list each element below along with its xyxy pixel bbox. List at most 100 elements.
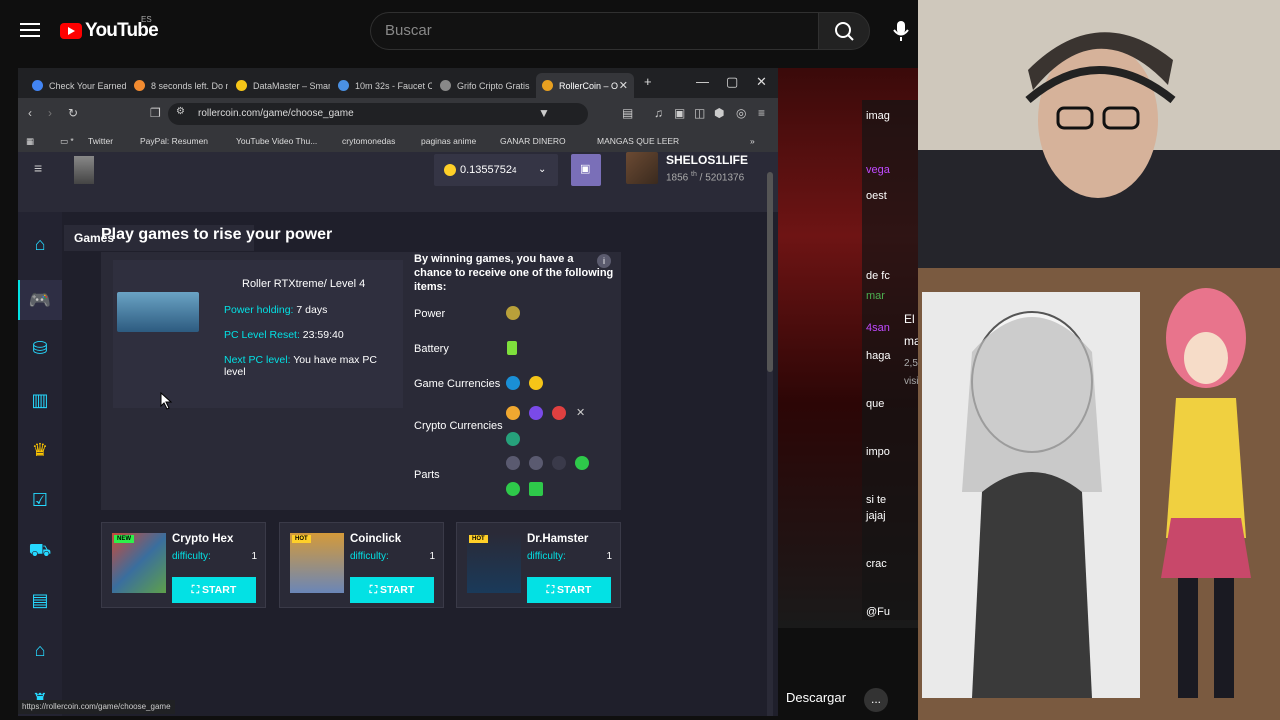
start-icon: ⛶	[369, 584, 381, 596]
reward-parts-label: Parts	[414, 469, 440, 481]
balance-selector[interactable]: 0.13557524 ⌄	[434, 154, 558, 186]
anime-girl-image	[1146, 278, 1266, 708]
search-input[interactable]: Buscar	[370, 12, 818, 50]
start-button[interactable]: ⛶ START	[350, 577, 434, 603]
close-tab-icon[interactable]: ✕	[619, 79, 628, 92]
browser-tab[interactable]: DataMaster – Smart	[230, 73, 330, 98]
crown-icon[interactable]: ♛	[28, 438, 52, 462]
pc-level-image	[117, 292, 199, 332]
chat-line: si te	[866, 494, 887, 506]
browser-menu-icon[interactable]: ≡	[758, 106, 765, 120]
marketplace-icon[interactable]: ▥	[28, 388, 52, 412]
bookmark-youtube-thumb[interactable]: YouTube Video Thu...	[236, 136, 317, 146]
bookmarks-bar: ▦ ▭ * Twitter PayPal: Resumen YouTube Vi…	[18, 130, 778, 152]
tab-label: DataMaster – Smart	[253, 80, 330, 91]
webcam-overlay	[918, 0, 1280, 270]
hamburger-icon[interactable]: ≡	[34, 160, 42, 176]
house-icon[interactable]: ⌂	[28, 638, 52, 662]
home-icon[interactable]: ⌂	[28, 232, 52, 256]
youtube-top-bar: YouTube ES Buscar	[0, 0, 918, 62]
search-button[interactable]	[818, 12, 870, 50]
chat-line: jajaj	[866, 510, 886, 522]
bookmark-paginas-anime[interactable]: paginas anime	[421, 136, 476, 146]
folder-icon[interactable]: ▭ *	[60, 136, 74, 147]
level-panel: Roller RTXtreme/ Level 4 Power holding: …	[101, 252, 621, 510]
reload-icon[interactable]: ↻	[68, 106, 78, 120]
tasks-icon[interactable]: ☑	[28, 488, 52, 512]
shield-icon[interactable]: ⬢	[714, 106, 724, 120]
tab-favicon-icon	[338, 80, 349, 91]
side-views: 2,5	[904, 358, 918, 369]
site-info-icon[interactable]: ⚙	[176, 106, 185, 117]
bookmark-ganar-dinero[interactable]: GANAR DINERO	[500, 136, 566, 146]
new-tab-button[interactable]: +	[644, 74, 652, 89]
side-views-2: visi	[904, 376, 919, 387]
tab-favicon-icon	[542, 80, 553, 91]
reward-battery-label: Battery	[414, 343, 449, 355]
cart-icon[interactable]: ⛟	[28, 538, 52, 562]
game-card-coinclick: HOT Coinclick difficulty: 1 ⛶ START	[279, 522, 444, 608]
rewards-heading: By winning games, you have a chance to r…	[414, 253, 614, 293]
rst-coin-icon	[529, 376, 543, 390]
avatar[interactable]	[626, 152, 658, 184]
wallet-icon[interactable]: ◫	[694, 106, 705, 120]
close-window-icon[interactable]: ✕	[756, 74, 767, 90]
forward-icon[interactable]: ›	[48, 106, 52, 120]
more-options-button[interactable]: ...	[864, 688, 888, 712]
chat-line: imag	[866, 110, 890, 122]
maximize-icon[interactable]: ▢	[726, 74, 738, 90]
download-button[interactable]: Descargar	[778, 686, 854, 709]
manga-panel-image	[922, 292, 1140, 698]
scrollbar-thumb[interactable]	[767, 172, 773, 372]
power-icon	[506, 306, 520, 320]
sidebar-toggle-icon[interactable]: ▤	[622, 106, 633, 120]
minimize-icon[interactable]: —	[696, 74, 709, 89]
apps-icon[interactable]: ▦	[26, 136, 34, 147]
browser-tab[interactable]: 8 seconds left. Do n	[128, 73, 228, 98]
browser-tab[interactable]: 10m 32s - Faucet C	[332, 73, 432, 98]
back-icon[interactable]: ‹	[28, 106, 32, 120]
extension-icon[interactable]: ▣	[674, 106, 685, 120]
rlt-icon[interactable]: ⛁	[28, 336, 52, 360]
vpn-icon[interactable]: ◎	[736, 106, 746, 120]
browser-tab[interactable]: Grifo Cripto Gratis	[434, 73, 534, 98]
chat-line: @Fu	[866, 606, 891, 618]
gamepad-icon[interactable]: 🎮	[28, 288, 52, 312]
browser-tab[interactable]: Check Your Earned	[26, 73, 126, 98]
browser-window: Check Your Earned 8 seconds left. Do n D…	[18, 68, 778, 716]
hot-badge: HOT	[469, 535, 488, 543]
address-bar: ‹ › ↻ ❐ rollercoin.com/game/choose_game …	[18, 98, 778, 130]
level-title: Roller RTXtreme/ Level 4	[242, 278, 366, 290]
browser-tab-active[interactable]: RollerCoin – O ✕	[536, 73, 634, 98]
chat-line: vega	[866, 164, 890, 176]
bookmark-twitter[interactable]: Twitter	[88, 136, 113, 146]
scrollbar[interactable]	[767, 152, 773, 716]
wallet-button[interactable]: ▣	[571, 154, 601, 186]
bookmark-cryptomonedas[interactable]: crytomonedas	[342, 136, 395, 146]
brave-shield-icon[interactable]: ▼	[538, 106, 550, 120]
chat-line: oest	[866, 190, 887, 202]
bookmark-page-icon[interactable]: ❐	[150, 106, 161, 120]
bookmark-paypal[interactable]: PayPal: Resumen	[140, 136, 208, 146]
menu-icon[interactable]	[20, 20, 40, 40]
rollercoin-logo[interactable]	[74, 156, 94, 184]
media-icon[interactable]: ♫	[654, 106, 663, 120]
start-button[interactable]: ⛶ START	[172, 577, 256, 603]
fan-part-icon	[506, 456, 520, 470]
url-field[interactable]: rollercoin.com/game/choose_game	[168, 103, 588, 125]
tab-label: RollerCoin – O	[559, 80, 619, 91]
microphone-button[interactable]	[884, 12, 918, 50]
info-icon[interactable]: i	[597, 254, 611, 268]
status-url: https://rollercoin.com/game/choose_game	[18, 700, 175, 714]
matic-icon	[529, 406, 543, 420]
start-button[interactable]: ⛶ START	[527, 577, 611, 603]
more-bookmarks-icon[interactable]: »	[750, 136, 755, 146]
user-name[interactable]: SHELOS1LIFE	[666, 153, 748, 167]
bookmark-mangas[interactable]: MANGAS QUE LEER	[597, 136, 679, 146]
difficulty-label: difficulty:	[350, 551, 389, 562]
usdt-icon	[506, 432, 520, 446]
magnet-part-icon	[529, 456, 543, 470]
start-icon: ⛶	[191, 584, 203, 596]
storage-icon[interactable]: ▤	[28, 588, 52, 612]
tab-favicon-icon	[32, 80, 43, 91]
